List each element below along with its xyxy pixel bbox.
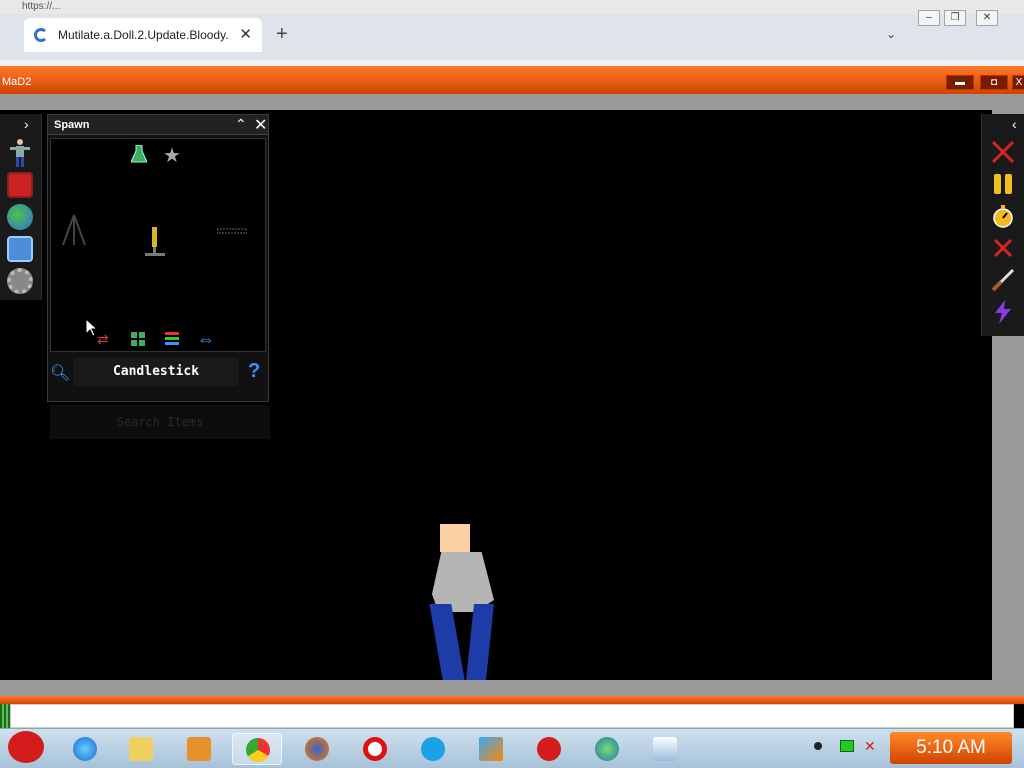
taskbar-clock[interactable]: 5:10 AM [890, 732, 1012, 764]
status-strip [10, 704, 1014, 728]
3d-box-icon [479, 737, 503, 761]
globe-icon[interactable] [7, 204, 33, 230]
angry-birds-icon [8, 731, 44, 763]
system-tray: ✕ [800, 734, 890, 764]
collapse-icon[interactable]: ⌃ [235, 116, 247, 133]
collapse-arrow-icon[interactable]: ‹ [1012, 116, 1017, 132]
knife-icon[interactable] [991, 268, 1015, 292]
start-button[interactable] [2, 727, 50, 767]
game-window-titlebar [0, 66, 1024, 94]
new-tab-button[interactable]: + [276, 23, 288, 46]
save-icon[interactable] [7, 236, 33, 262]
ragdoll-right-leg[interactable] [466, 604, 494, 680]
lightning-icon[interactable] [991, 300, 1015, 324]
tripod-item-icon[interactable] [61, 213, 87, 252]
flask-icon[interactable] [130, 144, 148, 168]
taskbar-chrome[interactable] [232, 733, 282, 765]
tab-close-icon[interactable]: ✕ [239, 25, 252, 43]
taskbar-stickman[interactable] [640, 733, 690, 765]
address-text: https://... [22, 1, 61, 12]
search-icon[interactable]: 🔍︎ [50, 363, 70, 383]
media-player-icon [187, 737, 211, 761]
firefox-icon [305, 737, 329, 761]
browser-close-button[interactable]: ✕ [976, 10, 998, 26]
tab-title: Mutilate.a.Doll.2.Update.Bloody.M [58, 28, 228, 42]
globe-download-icon [595, 737, 619, 761]
spawn-item-grid[interactable]: ★ ⇄ ⇔ [50, 138, 266, 352]
opera-icon [363, 737, 387, 761]
tab-search-button[interactable]: ⌄ [886, 27, 896, 41]
spawn-panel: Spawn ⌃ ✕ ★ ⇄ ⇔ 🔍︎ Candlestick ? Search … [47, 114, 270, 439]
address-bar[interactable]: https://... [0, 0, 1024, 14]
stopwatch-icon[interactable] [991, 204, 1015, 228]
game-border-top [0, 94, 1024, 110]
ragdoll-left-leg[interactable] [429, 604, 465, 680]
swap-arrows-icon[interactable]: ⇔ [197, 329, 215, 350]
right-toolbar: ‹ [981, 114, 1024, 336]
list-view-icon[interactable] [165, 332, 179, 351]
mouse-cursor-icon [85, 317, 99, 342]
game-minimize-button[interactable]: ▬ [946, 75, 974, 90]
taskbar-downloader[interactable] [582, 733, 632, 765]
internet-explorer-icon [73, 737, 97, 761]
angry-birds-icon [537, 737, 561, 761]
taskbar-angry-birds[interactable] [524, 733, 574, 765]
game-border-bottom [0, 680, 1024, 696]
candlestick-item-icon[interactable] [143, 225, 167, 264]
book-icon[interactable] [7, 172, 33, 198]
stickman-icon [653, 737, 677, 761]
tray-dot-icon[interactable] [814, 742, 822, 750]
spawn-panel-header: Spawn ⌃ ✕ [48, 115, 268, 135]
gear-icon[interactable] [7, 268, 33, 294]
clear-icon[interactable] [991, 140, 1015, 164]
game-window-title: MaD2 [2, 76, 32, 88]
game-close-button[interactable]: X [1012, 75, 1024, 90]
ragdoll-icon[interactable] [7, 138, 33, 167]
selected-item-name: Candlestick [73, 358, 239, 386]
left-toolbar: › [0, 114, 42, 300]
game-maximize-button[interactable]: ◘ [980, 75, 1008, 90]
edge-favicon-icon [34, 28, 48, 42]
edge-decoration [0, 704, 10, 728]
network-icon[interactable] [840, 740, 854, 752]
volume-muted-icon[interactable]: ✕ [864, 738, 876, 755]
browser-maximize-button[interactable]: ❐ [944, 10, 966, 26]
taskbar-folder[interactable] [116, 733, 166, 765]
taskbar-3d-box[interactable] [466, 733, 516, 765]
taskbar-media[interactable] [174, 733, 224, 765]
expand-arrow-icon[interactable]: › [24, 116, 29, 132]
taskbar-ie[interactable] [60, 733, 110, 765]
help-icon[interactable]: ? [248, 360, 260, 383]
ragdoll-head[interactable] [440, 524, 470, 552]
pause-icon[interactable] [991, 172, 1015, 196]
grid-view-icon[interactable] [131, 332, 145, 351]
star-icon[interactable]: ★ [163, 143, 181, 168]
browser-tab[interactable]: Mutilate.a.Doll.2.Update.Bloody.M ✕ [24, 18, 262, 52]
search-items-input[interactable]: Search Items [50, 405, 270, 439]
plank-item-icon[interactable] [216, 221, 248, 239]
ragdoll-torso[interactable] [432, 552, 494, 612]
browser-minimize-button[interactable]: – [918, 10, 940, 26]
folder-icon [129, 737, 153, 761]
game-window-bottom-bar [0, 696, 1024, 704]
taskbar-skype[interactable] [408, 733, 458, 765]
skype-icon [421, 737, 445, 761]
spawn-panel-title: Spawn [54, 119, 90, 131]
delete-icon[interactable] [991, 236, 1015, 260]
taskbar-opera[interactable] [350, 733, 400, 765]
taskbar-firefox[interactable] [292, 733, 342, 765]
close-icon[interactable]: ✕ [254, 115, 267, 135]
chrome-icon [246, 738, 270, 762]
sort-icon[interactable]: ⇄ [97, 331, 109, 348]
